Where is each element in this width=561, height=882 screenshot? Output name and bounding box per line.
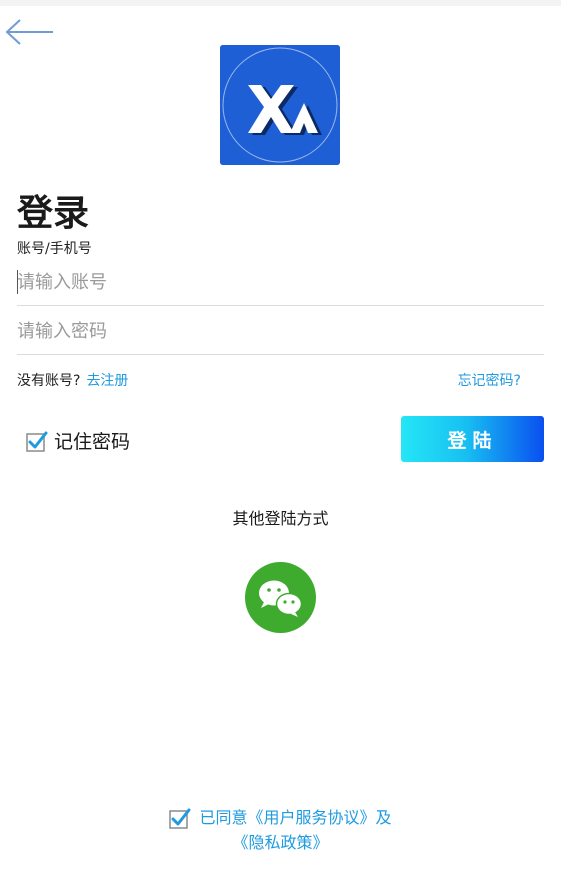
- agreement-checkbox[interactable]: [169, 808, 191, 829]
- account-label: 账号/手机号: [17, 241, 92, 257]
- other-login-label: 其他登陆方式: [232, 509, 329, 528]
- page-title: 登录: [17, 193, 90, 234]
- text-caret: [17, 270, 18, 294]
- agreement: 已同意《用户服务协议》及 《隐私政策》: [0, 806, 561, 855]
- agreement-text[interactable]: 已同意《用户服务协议》及: [199, 806, 391, 830]
- register-row: 没有账号? 去注册: [17, 370, 128, 390]
- status-bar: [0, 0, 561, 6]
- checkbox-checked-icon: [26, 431, 48, 452]
- password-input[interactable]: [17, 310, 544, 352]
- privacy-policy-link[interactable]: 《隐私政策》: [0, 831, 561, 855]
- app-logo: [220, 45, 340, 165]
- register-link[interactable]: 去注册: [86, 373, 128, 389]
- remember-password-checkbox[interactable]: 记住密码: [26, 427, 130, 454]
- wechat-login-button[interactable]: [245, 562, 316, 633]
- app-logo-icon: [220, 45, 340, 165]
- account-input[interactable]: [17, 261, 544, 303]
- forgot-password-link[interactable]: 忘记密码?: [458, 370, 521, 390]
- remember-password-label: 记住密码: [54, 431, 131, 453]
- back-button[interactable]: [4, 18, 56, 46]
- checkbox-checked-icon: [169, 808, 191, 829]
- login-button[interactable]: 登陆: [401, 416, 544, 462]
- wechat-icon: [259, 580, 303, 617]
- register-prompt: 没有账号?: [17, 373, 81, 389]
- account-underline: [17, 305, 544, 306]
- password-underline: [17, 354, 544, 355]
- back-arrow-icon: [5, 19, 53, 45]
